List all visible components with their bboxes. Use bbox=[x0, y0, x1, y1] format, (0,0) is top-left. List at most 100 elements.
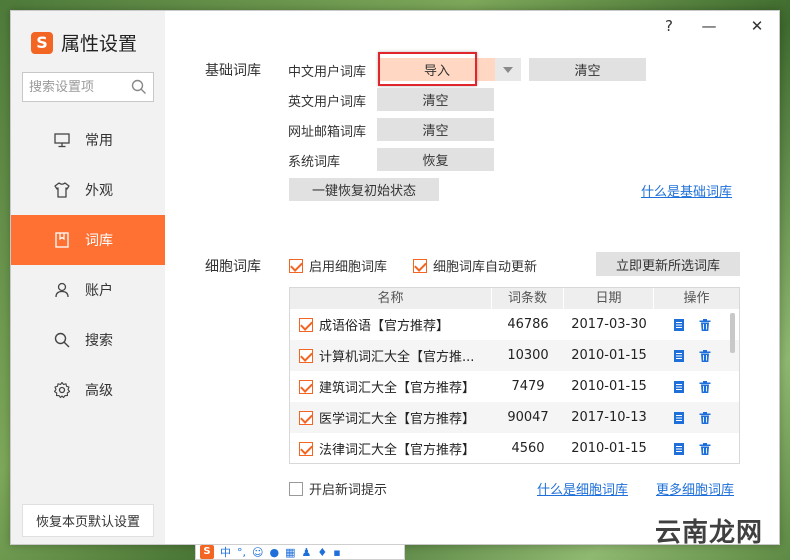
document-icon[interactable] bbox=[672, 318, 686, 332]
sidebar-item-label: 词库 bbox=[85, 233, 113, 249]
table-scrollbar[interactable] bbox=[729, 309, 737, 459]
table-header: 名称 词条数 日期 操作 bbox=[290, 288, 739, 309]
dict-name: 法律词汇大全【官方推荐】 bbox=[319, 443, 476, 458]
sidebar-item-advanced[interactable]: 高级 bbox=[11, 365, 165, 415]
sidebar-item-general[interactable]: 常用 bbox=[11, 115, 165, 165]
sogou-logo[interactable]: S bbox=[200, 545, 214, 559]
column-header-date[interactable]: 日期 bbox=[564, 288, 654, 309]
minimize-icon[interactable]: — bbox=[697, 17, 721, 35]
row-checkbox[interactable] bbox=[299, 441, 313, 456]
trash-icon[interactable] bbox=[698, 411, 712, 425]
table-row[interactable]: 建筑词汇大全【官方推荐】 7479 2010-01-15 bbox=[290, 371, 739, 402]
sidebar-item-label: 常用 bbox=[85, 133, 113, 149]
row-checkbox[interactable] bbox=[299, 379, 313, 394]
sidebar-item-account[interactable]: 账户 bbox=[11, 265, 165, 315]
checkbox-checked[interactable] bbox=[413, 258, 427, 273]
trash-icon[interactable] bbox=[698, 318, 712, 332]
brand-title: 属性设置 bbox=[61, 33, 138, 55]
cell-dict-table: 名称 词条数 日期 操作 成语俗语【官方推荐】 46786 2017-03-30… bbox=[289, 287, 740, 464]
checkbox-label: 细胞词库自动更新 bbox=[433, 260, 538, 275]
trash-icon[interactable] bbox=[698, 349, 712, 363]
dict-date: 2017-03-30 bbox=[571, 317, 647, 332]
help-icon[interactable]: ? bbox=[657, 17, 681, 35]
clear-chinese-dict-button[interactable]: 清空 bbox=[529, 58, 646, 81]
keyboard-icon[interactable]: ▦ bbox=[285, 546, 295, 559]
site-watermark: 云南龙网 bbox=[655, 518, 764, 548]
what-is-basic-dict-link[interactable]: 什么是基础词库 bbox=[641, 181, 732, 200]
dict-count: 4560 bbox=[511, 441, 545, 456]
table-row[interactable]: 计算机词汇大全【官方推... 10300 2010-01-15 bbox=[290, 340, 739, 371]
enable-cell-dict-checkbox[interactable]: 启用细胞词库 bbox=[289, 256, 387, 275]
dict-count: 46786 bbox=[507, 317, 549, 332]
monitor-icon bbox=[54, 133, 70, 148]
shirt-icon bbox=[54, 182, 70, 198]
table-row[interactable]: 成语俗语【官方推荐】 46786 2017-03-30 bbox=[290, 309, 739, 340]
dict-date: 2017-10-13 bbox=[571, 410, 647, 425]
trash-icon[interactable] bbox=[698, 442, 712, 456]
update-selected-dict-button[interactable]: 立即更新所选词库 bbox=[596, 252, 740, 276]
dict-name: 计算机词汇大全【官方推... bbox=[319, 350, 475, 365]
scroll-thumb[interactable] bbox=[730, 313, 735, 353]
restore-system-dict-button[interactable]: 恢复 bbox=[377, 148, 494, 171]
checkbox-label: 开启新词提示 bbox=[309, 483, 388, 498]
basic-dict-section-title: 基础词库 bbox=[205, 63, 261, 79]
checkbox-checked[interactable] bbox=[289, 258, 303, 273]
import-dropdown-arrow[interactable] bbox=[495, 58, 521, 81]
sogou-logo: S bbox=[31, 31, 53, 54]
input-mode-indicator[interactable]: 中 bbox=[220, 544, 231, 560]
search-icon[interactable] bbox=[131, 79, 147, 95]
row-checkbox[interactable] bbox=[299, 317, 313, 332]
sidebar-item-search[interactable]: 搜索 bbox=[11, 315, 165, 365]
clear-english-dict-button[interactable]: 清空 bbox=[377, 88, 494, 111]
punctuation-icon[interactable]: °, bbox=[237, 546, 246, 559]
user-icon bbox=[55, 282, 69, 298]
table-row[interactable]: 法律词汇大全【官方推荐】 4560 2010-01-15 bbox=[290, 433, 739, 463]
what-is-cell-dict-link[interactable]: 什么是细胞词库 bbox=[537, 479, 628, 498]
system-dict-label: 系统词库 bbox=[288, 155, 341, 170]
sidebar-nav: 常用 外观 词库 账户 搜索 高级 bbox=[11, 115, 165, 415]
skin-icon[interactable]: ♦ bbox=[317, 546, 327, 559]
sidebar-item-label: 外观 bbox=[85, 183, 113, 199]
document-icon[interactable] bbox=[672, 411, 686, 425]
settings-search-input[interactable] bbox=[29, 79, 125, 95]
column-header-actions: 操作 bbox=[683, 291, 710, 306]
microphone-icon[interactable]: ● bbox=[269, 546, 279, 559]
english-user-dict-label: 英文用户词库 bbox=[288, 95, 367, 110]
one-key-restore-button[interactable]: 一键恢复初始状态 bbox=[289, 178, 439, 201]
user-icon[interactable]: ♟ bbox=[301, 546, 311, 559]
sidebar-item-label: 账户 bbox=[85, 283, 113, 299]
sidebar-item-appearance[interactable]: 外观 bbox=[11, 165, 165, 215]
auto-update-cell-dict-checkbox[interactable]: 细胞词库自动更新 bbox=[413, 256, 537, 275]
restore-page-default-button[interactable]: 恢复本页默认设置 bbox=[22, 504, 154, 537]
dictionary-icon bbox=[55, 232, 69, 248]
column-header-count[interactable]: 词条数 bbox=[492, 288, 564, 309]
checkbox-unchecked[interactable] bbox=[289, 481, 303, 496]
clear-url-email-dict-button[interactable]: 清空 bbox=[377, 118, 494, 141]
ime-status-bar[interactable]: S 中 °, ☺ ● ▦ ♟ ♦ ▪ bbox=[195, 544, 405, 560]
settings-window: S 属性设置 常用 外观 bbox=[10, 10, 780, 545]
document-icon[interactable] bbox=[672, 380, 686, 394]
document-icon[interactable] bbox=[672, 349, 686, 363]
dict-count: 90047 bbox=[507, 410, 549, 425]
checkbox-label: 启用细胞词库 bbox=[309, 260, 388, 275]
more-cell-dict-link[interactable]: 更多细胞词库 bbox=[656, 479, 734, 498]
row-checkbox[interactable] bbox=[299, 410, 313, 425]
toolbox-icon[interactable]: ▪ bbox=[333, 546, 340, 559]
dict-date: 2010-01-15 bbox=[571, 441, 647, 456]
trash-icon[interactable] bbox=[698, 380, 712, 394]
document-icon[interactable] bbox=[672, 442, 686, 456]
sidebar-item-dictionary[interactable]: 词库 bbox=[11, 215, 165, 265]
row-checkbox[interactable] bbox=[299, 348, 313, 363]
settings-search-box[interactable] bbox=[22, 72, 154, 102]
emoji-icon[interactable]: ☺ bbox=[252, 546, 263, 559]
dict-count: 7479 bbox=[511, 379, 545, 394]
column-header-name[interactable]: 名称 bbox=[290, 288, 492, 309]
table-row[interactable]: 医学词汇大全【官方推荐】 90047 2017-10-13 bbox=[290, 402, 739, 433]
new-word-tip-checkbox[interactable]: 开启新词提示 bbox=[289, 479, 387, 498]
brand: S 属性设置 bbox=[31, 29, 137, 56]
close-icon[interactable]: ✕ bbox=[745, 17, 769, 35]
search-icon bbox=[54, 332, 70, 348]
gear-icon bbox=[53, 381, 71, 399]
dict-count: 10300 bbox=[507, 348, 549, 363]
chinese-user-dict-label: 中文用户词库 bbox=[288, 65, 367, 80]
